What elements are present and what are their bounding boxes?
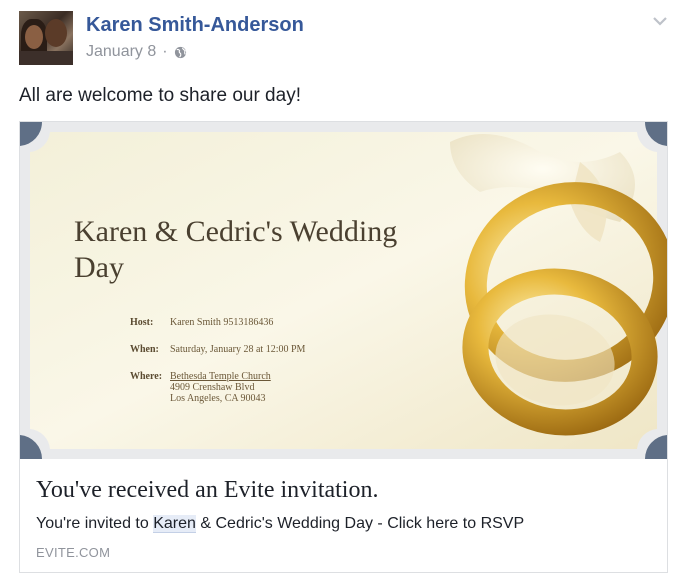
invitation-details: Host: Karen Smith 9513186436 When: Satur…	[130, 317, 305, 420]
tagged-name-link[interactable]: Karen	[153, 515, 196, 533]
where-venue: Bethesda Temple Church	[170, 371, 271, 382]
where-address-line2: Los Angeles, CA 90043	[170, 393, 266, 404]
post-meta: January 8 ·	[86, 43, 187, 61]
host-value: Karen Smith 9513186436	[170, 317, 274, 328]
chevron-down-icon[interactable]	[651, 14, 669, 28]
host-label: Host:	[130, 317, 154, 328]
invitation-title: Karen & Cedric's Wedding Day	[74, 215, 398, 284]
card-title[interactable]: You've received an Evite invitation.	[36, 477, 378, 504]
globe-icon[interactable]	[174, 46, 187, 59]
author-name-link[interactable]: Karen Smith-Anderson	[86, 14, 304, 37]
post-message: All are welcome to share our day!	[19, 85, 301, 106]
facebook-post: Karen Smith-Anderson January 8 · All are…	[0, 0, 681, 579]
where-label: Where:	[130, 371, 163, 382]
where-address-line1: 4909 Crenshaw Blvd	[170, 382, 255, 393]
card-description: You're invited to Karen & Cedric's Weddi…	[36, 515, 524, 533]
card-domain: EVITE.COM	[36, 545, 111, 560]
meta-separator: ·	[162, 43, 168, 60]
invitation-image[interactable]: Karen & Cedric's Wedding Day Host: Karen…	[20, 122, 667, 459]
ticket-background	[20, 122, 667, 459]
desc-text-rest: & Cedric's Wedding Day - Click here to R…	[195, 515, 525, 532]
when-value: Saturday, January 28 at 12:00 PM	[170, 344, 306, 355]
post-date-link[interactable]: January 8	[86, 43, 156, 61]
link-preview-card[interactable]: Karen & Cedric's Wedding Day Host: Karen…	[19, 121, 668, 573]
avatar[interactable]	[19, 11, 73, 65]
desc-text: You're invited to	[36, 515, 154, 532]
when-label: When:	[130, 344, 159, 355]
